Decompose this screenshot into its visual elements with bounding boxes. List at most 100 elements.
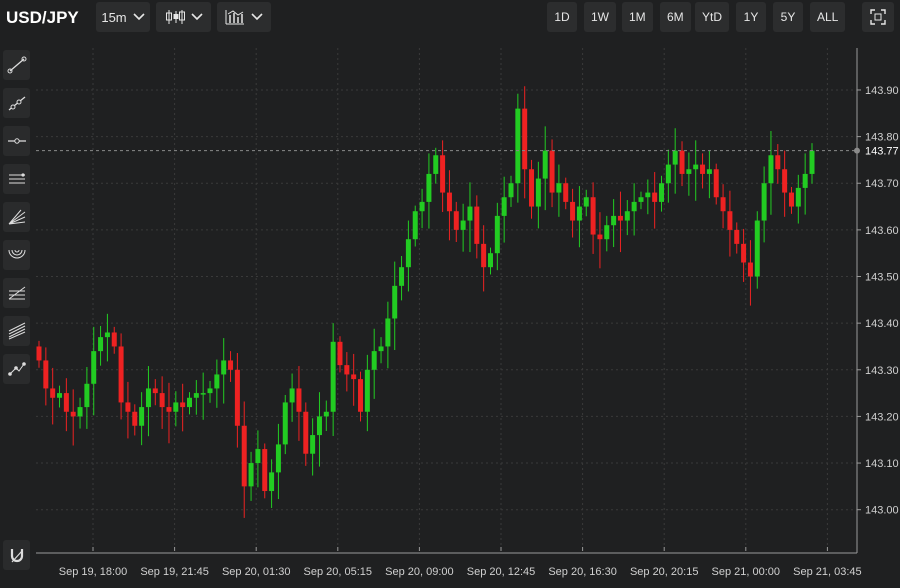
candle-body	[508, 183, 514, 198]
candle-body	[515, 108, 521, 184]
candle-body	[741, 243, 747, 263]
candle-body	[624, 211, 630, 221]
candle-body	[228, 360, 234, 370]
candle-body	[809, 150, 815, 174]
candle-body	[186, 397, 192, 408]
range-1y[interactable]: 1Y	[736, 2, 766, 32]
path-tool[interactable]	[3, 354, 30, 384]
candle-body	[802, 173, 808, 188]
magnet-icon	[10, 549, 23, 563]
candle-body	[645, 192, 651, 198]
candle-body	[734, 229, 740, 244]
fan-lines-tool[interactable]	[3, 202, 30, 232]
candle-body	[36, 346, 42, 361]
candle-body	[727, 211, 733, 230]
candle-body	[693, 164, 699, 170]
candle-body	[720, 197, 726, 212]
fan-lines-icon	[8, 209, 25, 225]
candle-body	[597, 234, 603, 240]
parallel-channel-tool[interactable]	[3, 164, 30, 194]
y-tick-label: 143.30	[865, 365, 899, 377]
range-all[interactable]: ALL	[810, 2, 846, 32]
interval-selector[interactable]: 15m	[96, 2, 150, 32]
candle-body	[795, 187, 801, 207]
range-6m[interactable]: 6M	[660, 2, 691, 32]
chart-background	[36, 40, 900, 583]
x-tick-label: Sep 20, 20:15	[630, 566, 699, 578]
candle-body	[77, 407, 83, 417]
candle-body	[269, 472, 275, 492]
candle-body	[747, 262, 753, 277]
path-icon	[7, 362, 26, 376]
candle-body	[166, 407, 172, 412]
interval-label: 15m	[101, 9, 127, 25]
fibonacci-tool[interactable]	[3, 278, 30, 308]
fullscreen-button[interactable]	[862, 2, 894, 32]
trend-line-tool[interactable]	[3, 50, 30, 80]
y-tick-label: 143.70	[865, 178, 899, 190]
regression-channel-tool[interactable]	[3, 316, 30, 346]
chevron-down-icon	[251, 13, 263, 21]
range-1w[interactable]: 1W	[584, 2, 616, 32]
x-tick-label: Sep 20, 12:45	[467, 566, 536, 578]
candle-body	[529, 169, 535, 207]
candle-body	[782, 169, 788, 193]
candle-body	[323, 411, 329, 417]
arc-tool[interactable]	[3, 240, 30, 270]
candle-body	[652, 192, 658, 202]
candle-body	[474, 206, 480, 244]
x-tick-label: Sep 19, 21:45	[140, 566, 209, 578]
symbol-label[interactable]: USD/JPY	[6, 8, 79, 28]
range-5y[interactable]: 5Y	[773, 2, 803, 32]
x-tick-label: Sep 19, 18:00	[59, 566, 128, 578]
candle-body	[433, 155, 439, 174]
candle-body	[234, 369, 240, 426]
ray-line-tool[interactable]	[3, 88, 30, 118]
y-tick-label: 143.00	[865, 505, 899, 517]
candle-body	[665, 164, 671, 184]
candle-body	[111, 332, 117, 347]
candle-body	[275, 444, 281, 473]
candle-body	[761, 183, 767, 221]
chart-type-selector[interactable]	[156, 2, 211, 32]
fibonacci-icon	[8, 286, 25, 300]
candle-body	[768, 155, 774, 184]
price-chart[interactable]: 143.00 143.10 143.20 143.30 143.40 143.50 143.…	[36, 40, 900, 583]
candle-body	[139, 407, 145, 426]
candle-body	[57, 393, 63, 398]
chart-svg[interactable]: 143.00 143.10 143.20 143.30 143.40 143.50 143.…	[36, 40, 900, 583]
candle-body	[611, 215, 617, 226]
candle-body	[672, 150, 678, 165]
y-tick-label: 143.60	[865, 225, 899, 237]
candle-body	[248, 463, 254, 487]
candle-body	[460, 220, 466, 230]
indicators-icon	[225, 10, 244, 25]
candle-body	[405, 239, 411, 268]
candle-body	[419, 201, 425, 212]
candle-body	[125, 402, 131, 412]
range-ytd[interactable]: YtD	[695, 2, 730, 32]
candle-body	[180, 402, 186, 408]
range-1m[interactable]: 1M	[622, 2, 653, 32]
horizontal-line-icon	[7, 138, 26, 144]
candle-body	[399, 267, 405, 286]
candle-body	[788, 192, 794, 207]
candle-body	[214, 374, 220, 389]
candle-body	[91, 351, 97, 384]
candle-body	[221, 360, 227, 375]
y-tick-label: 143.40	[865, 318, 899, 330]
x-tick-label: Sep 20, 05:15	[304, 566, 373, 578]
candle-body	[453, 211, 459, 230]
magnet-tool[interactable]	[3, 540, 30, 570]
y-tick-label: 143.50	[865, 272, 899, 284]
indicators-selector[interactable]	[217, 2, 271, 32]
candle-body	[98, 337, 104, 352]
candle-body	[570, 201, 576, 221]
candle-body	[200, 393, 206, 395]
current-price-label: 143.77	[865, 146, 899, 158]
x-tick-label: Sep 20, 16:30	[548, 566, 617, 578]
horizontal-line-tool[interactable]	[3, 126, 30, 156]
range-1d[interactable]: 1D	[547, 2, 577, 32]
candle-body	[631, 201, 637, 212]
candle-body	[43, 360, 49, 389]
